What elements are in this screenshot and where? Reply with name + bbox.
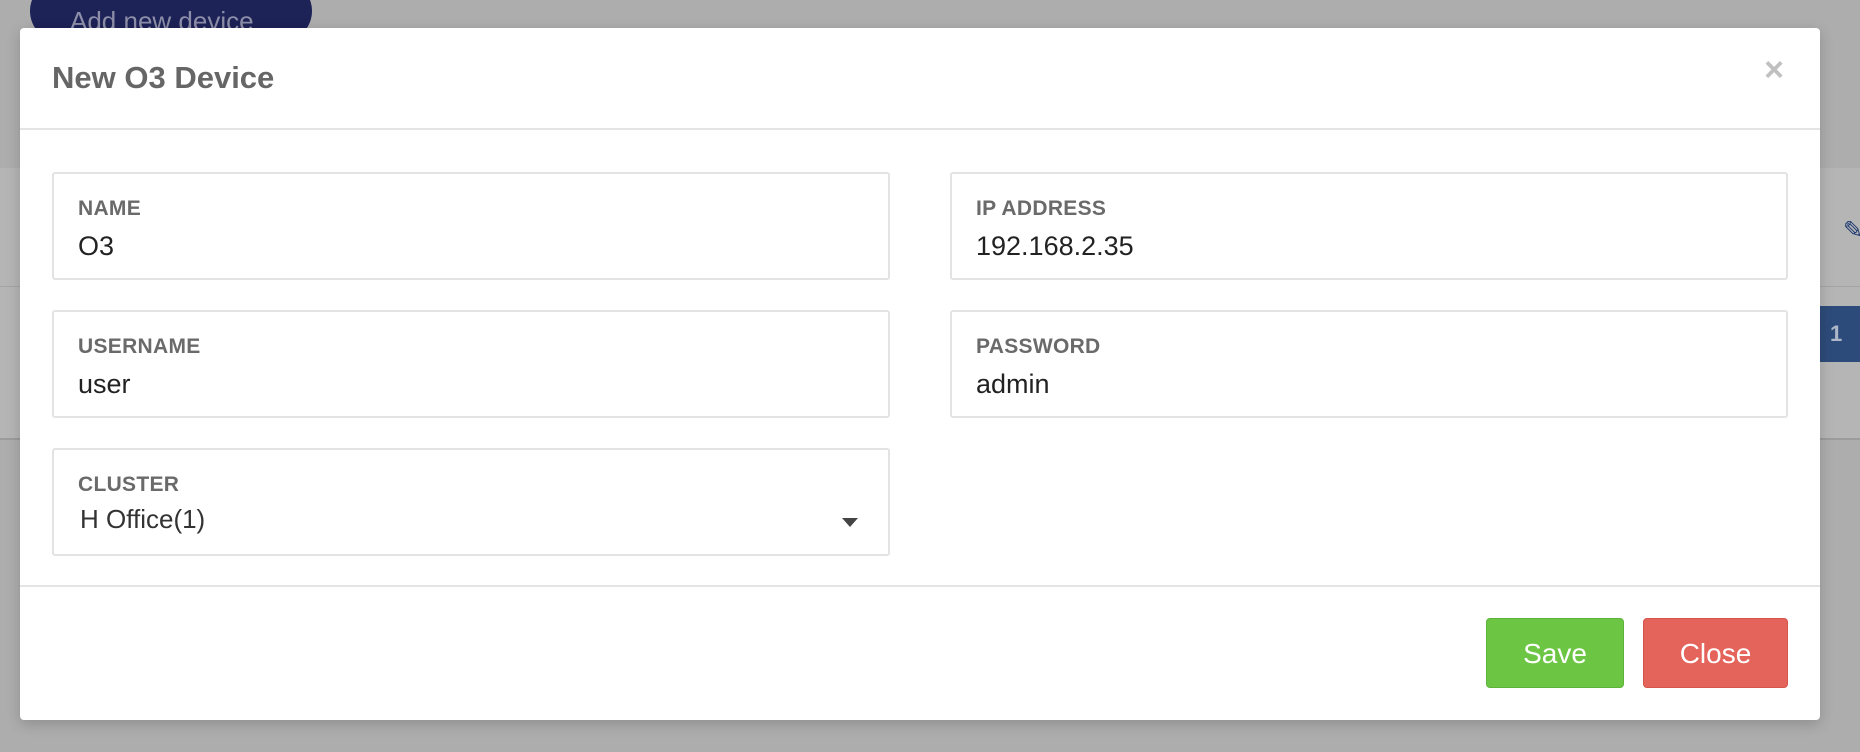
- new-device-modal: New O3 Device × NAME IP ADDRESS USERNAME…: [20, 28, 1820, 720]
- name-input[interactable]: [78, 228, 858, 264]
- cluster-select[interactable]: [54, 450, 888, 554]
- modal-header: New O3 Device ×: [20, 28, 1820, 130]
- save-button[interactable]: Save: [1486, 618, 1624, 688]
- modal-title: New O3 Device: [52, 60, 275, 95]
- pagination-current-page[interactable]: 1: [1818, 306, 1860, 362]
- close-button[interactable]: Close: [1643, 618, 1788, 688]
- username-field: USERNAME: [52, 310, 890, 418]
- cluster-field: CLUSTER H Office(1): [52, 448, 890, 556]
- ip-address-label: IP ADDRESS: [976, 197, 1107, 220]
- close-icon[interactable]: ×: [1760, 53, 1788, 87]
- username-input[interactable]: [78, 366, 858, 402]
- password-field: PASSWORD: [950, 310, 1788, 418]
- pencil-icon[interactable]: ✎: [1843, 218, 1860, 244]
- username-label: USERNAME: [78, 335, 201, 358]
- password-input[interactable]: [976, 366, 1756, 402]
- name-label: NAME: [78, 197, 142, 220]
- password-label: PASSWORD: [976, 335, 1101, 358]
- ip-address-input[interactable]: [976, 228, 1756, 264]
- modal-footer-divider: [20, 585, 1820, 587]
- ip-address-field: IP ADDRESS: [950, 172, 1788, 280]
- name-field: NAME: [52, 172, 890, 280]
